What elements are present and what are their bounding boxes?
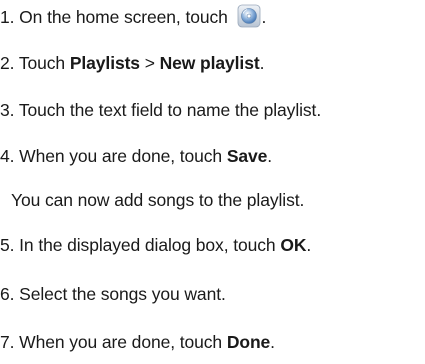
step-2-separator: > bbox=[139, 53, 160, 73]
step-2-post: . bbox=[259, 53, 265, 73]
step-7-number: 7. bbox=[0, 332, 15, 352]
step-5-number: 5. bbox=[0, 235, 15, 255]
step-5-post: . bbox=[306, 235, 312, 255]
step-2-number: 2. bbox=[0, 53, 15, 73]
step-4: 4. When you are done, touch Save. bbox=[0, 145, 272, 167]
step-2: 2. Touch Playlists > New playlist. bbox=[0, 52, 264, 74]
step-4-number: 4. bbox=[0, 146, 15, 166]
instruction-list: 1. On the home screen, touch . 2. Touch … bbox=[0, 0, 425, 364]
step-2-new-playlist-label: New playlist bbox=[159, 53, 260, 73]
step-7-done-label: Done bbox=[226, 332, 271, 352]
step-7-post: . bbox=[270, 332, 275, 352]
step-6-text: Select the songs you want. bbox=[19, 284, 226, 304]
step-4-post: . bbox=[267, 146, 273, 166]
step-4-note-text: You can now add songs to the playlist. bbox=[11, 190, 305, 210]
step-6-number: 6. bbox=[0, 284, 15, 304]
step-4-save-label: Save bbox=[226, 146, 268, 166]
step-1-text: On the home screen, touch bbox=[19, 7, 228, 27]
step-2-pre: Touch bbox=[18, 53, 70, 73]
music-player-app-icon bbox=[237, 4, 261, 28]
step-1-suffix: . bbox=[261, 7, 267, 27]
step-6: 6. Select the songs you want. bbox=[0, 283, 226, 305]
step-4-note: You can now add songs to the playlist. bbox=[11, 189, 304, 211]
step-1-number: 1. bbox=[0, 7, 15, 27]
step-2-playlists-label: Playlists bbox=[69, 53, 140, 73]
step-3: 3. Touch the text field to name the play… bbox=[0, 99, 321, 121]
step-1: 1. On the home screen, touch . bbox=[0, 4, 266, 28]
step-3-number: 3. bbox=[0, 100, 15, 120]
step-4-pre: When you are done, touch bbox=[19, 146, 227, 166]
step-7-pre: When you are done, touch bbox=[19, 332, 227, 352]
step-5-pre: In the displayed dialog box, touch bbox=[19, 235, 281, 255]
step-3-text: Touch the text field to name the playlis… bbox=[18, 100, 322, 120]
step-5-ok-label: OK bbox=[280, 235, 307, 255]
step-7: 7. When you are done, touch Done. bbox=[0, 331, 275, 353]
step-5: 5. In the displayed dialog box, touch OK… bbox=[0, 234, 311, 256]
